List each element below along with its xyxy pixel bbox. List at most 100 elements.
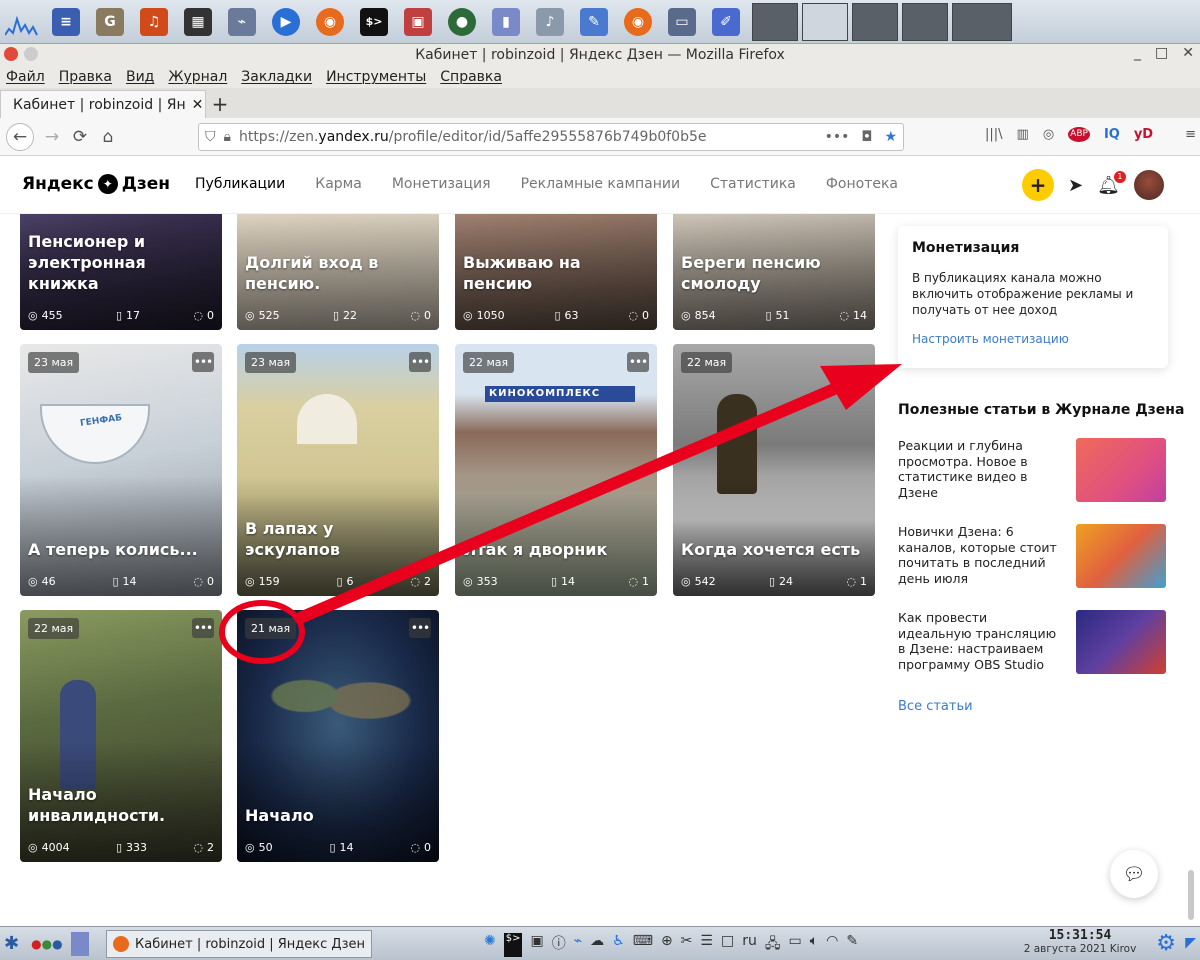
pocket-icon[interactable]: ◘	[861, 129, 872, 145]
back-button[interactable]: ←	[6, 122, 34, 151]
keyboard-icon[interactable]: ⌨	[633, 933, 653, 957]
publication-card[interactable]: 22 мая Когда хочется есть ◎ 542 ▯ 24 ◌ 1	[673, 344, 875, 596]
send-icon[interactable]: ➤	[1068, 175, 1083, 196]
tab-cabinet[interactable]: Кабинет | robinzoid | Ян ✕	[0, 90, 206, 118]
tray-screens-icon[interactable]: ▣	[530, 933, 543, 957]
sidebar-icon[interactable]: ▥	[1017, 127, 1029, 142]
media-player-icon[interactable]: ▶	[268, 4, 304, 40]
publication-card[interactable]: КИНОКОМПЛЕКС 22 мая ••• Итак я дворник ◎…	[455, 344, 657, 596]
publication-card[interactable]: 22 мая ••• Начало инвалидности. ◎ 4004 ▯ 3…	[20, 610, 222, 862]
archive-panel-icon[interactable]	[70, 931, 89, 956]
firefox-icon-2[interactable]: ◉	[620, 4, 656, 40]
journal-article[interactable]: Новички Дзена: 6 каналов, которые стоит …	[898, 524, 1168, 590]
publication-card[interactable]: 23 мая ••• В лапах у эскулапов ◎ 159 ▯ 6 ◌…	[237, 344, 439, 596]
task-thumbnail-4[interactable]	[902, 2, 948, 41]
home-button[interactable]: ⌂	[94, 123, 122, 151]
accessibility-icon[interactable]: ♿︎	[612, 933, 625, 957]
setup-monetization-link[interactable]: Настроить монетизацию	[912, 332, 1154, 346]
display-icon[interactable]: ▭	[788, 933, 801, 957]
publication-card[interactable]: Пенсионер и электронная книжка ◎ 455 ▯ 17 …	[20, 214, 222, 330]
notes-icon[interactable]: ✎	[576, 4, 612, 40]
monitor-icon[interactable]: ▭	[664, 4, 700, 40]
publication-card[interactable]: Долгий вход в пенсию. ◎ 525 ▯ 22 ◌ 0	[237, 214, 439, 330]
library-icon[interactable]: |||\	[985, 127, 1003, 142]
reload-button[interactable]: ⟳	[66, 123, 94, 151]
iq-icon[interactable]: IQ	[1104, 127, 1120, 142]
publication-card[interactable]: ГЕНФАБ 23 мая ••• А теперь колись... ◎ 46…	[20, 344, 222, 596]
cpu-monitor-icon[interactable]	[4, 4, 40, 40]
zen-logo[interactable]: Яндекс ✦ Дзен	[22, 174, 170, 194]
close-tab-icon[interactable]: ✕	[192, 97, 204, 113]
edit-icon[interactable]: ✐	[708, 4, 744, 40]
kde-menu-icon[interactable]: ✱	[4, 933, 19, 954]
publication-card[interactable]: Береги пенсию смолоду ◎ 854 ▯ 51 ◌ 14	[673, 214, 875, 330]
weather-sun-icon[interactable]: ✺	[484, 933, 496, 957]
lock-icon[interactable]: 🔒︎	[224, 129, 231, 145]
addon-icon[interactable]: ◎	[1043, 127, 1054, 142]
page-scrollbar[interactable]	[1188, 870, 1194, 920]
menu-bookmarks[interactable]: Закладки	[241, 69, 312, 85]
close-icon[interactable]: ✕	[1182, 45, 1194, 61]
sticky-window-icon[interactable]	[24, 47, 38, 61]
gimp-icon[interactable]: G	[92, 4, 128, 40]
language-indicator[interactable]: ru	[742, 933, 757, 957]
scissors-icon[interactable]: ✂	[681, 933, 693, 957]
package-icon[interactable]: ▣	[400, 4, 436, 40]
url-bar[interactable]: ⛉ 🔒︎ https://zen.yandex.ru/profile/edito…	[198, 123, 904, 151]
wifi-icon[interactable]: ◠	[826, 933, 838, 957]
bookmark-star-icon[interactable]: ★	[884, 129, 897, 145]
task-thumbnail-3[interactable]	[852, 2, 898, 41]
bell-icon[interactable]: 🔔︎ 1	[1097, 170, 1126, 196]
nav-statistics[interactable]: Статистика	[710, 176, 796, 192]
journal-article[interactable]: Как провести идеальную трансляцию в Дзен…	[898, 610, 1168, 676]
nav-publications[interactable]: Публикации	[195, 176, 285, 192]
menu-tools[interactable]: Инструменты	[326, 69, 426, 85]
taskbar-firefox-task[interactable]: Кабинет | robinzoid | Яндекс Дзен	[106, 930, 372, 958]
close-window-icon[interactable]	[4, 47, 18, 61]
menu-view[interactable]: Вид	[126, 69, 154, 85]
menu-hamburger-icon[interactable]: ≡	[1185, 127, 1196, 142]
card-menu-button[interactable]: •••	[192, 618, 214, 638]
usb-icon[interactable]: ⌁	[224, 4, 260, 40]
desktop-pager-icon[interactable]: ●●●	[31, 937, 62, 951]
card-menu-button[interactable]: •••	[627, 352, 649, 372]
menu-file[interactable]: Файл	[6, 69, 45, 85]
tray-volume-icon[interactable]: 🔈︎	[810, 933, 818, 957]
all-articles-link[interactable]: Все статьи	[898, 699, 973, 714]
task-thumbnail-1[interactable]	[752, 2, 798, 41]
cloud-icon[interactable]: ☁	[590, 933, 604, 957]
nav-monetization[interactable]: Монетизация	[392, 176, 491, 192]
writer-icon[interactable]: ≡	[48, 4, 84, 40]
terminal-icon[interactable]: $>	[356, 4, 392, 40]
task-thumbnail-2[interactable]	[802, 2, 848, 41]
tray-terminal-icon[interactable]: $>	[503, 933, 523, 957]
task-thumbnail-5[interactable]	[952, 2, 1012, 41]
nav-phonotheque[interactable]: Фонотека	[826, 176, 898, 192]
menu-help[interactable]: Справка	[440, 69, 502, 85]
list-icon[interactable]: ☰	[700, 933, 713, 957]
video-editor-icon[interactable]: ▦	[180, 4, 216, 40]
nav-karma[interactable]: Карма	[315, 176, 362, 192]
pen-icon[interactable]: ✎	[846, 933, 858, 957]
disk-icon[interactable]: ●	[444, 4, 480, 40]
archive-icon[interactable]: ▮	[488, 4, 524, 40]
abp-icon[interactable]: ABP	[1068, 127, 1090, 142]
chat-support-button[interactable]: 💬︎	[1110, 850, 1158, 898]
shield-icon[interactable]: ⛉	[205, 129, 216, 145]
card-menu-button[interactable]: •••	[192, 352, 214, 372]
card-menu-button[interactable]: •••	[409, 618, 431, 638]
white-square-icon[interactable]: □	[721, 933, 734, 957]
publication-card[interactable]: Выживаю на пенсию ◎ 1050 ▯ 63 ◌ 0	[455, 214, 657, 330]
volume-icon[interactable]: ♪	[532, 4, 568, 40]
menu-history[interactable]: Журнал	[168, 69, 227, 85]
firefox-icon[interactable]: ◉	[312, 4, 348, 40]
card-menu-button[interactable]: •••	[409, 352, 431, 372]
audacity-icon[interactable]: ♫	[136, 4, 172, 40]
new-tab-button[interactable]: +	[206, 90, 234, 118]
clock[interactable]: 15:31:54 2 августа 2021 Kirov	[1020, 928, 1140, 955]
create-plus-button[interactable]: +	[1022, 169, 1054, 201]
avatar[interactable]	[1133, 170, 1164, 200]
publication-card[interactable]: 21 мая ••• Начало ◎ 50 ▯ 14 ◌ 0	[237, 610, 439, 862]
info-icon[interactable]: ⓘ	[552, 933, 566, 957]
network-icon[interactable]: 🖧︎	[765, 933, 781, 957]
